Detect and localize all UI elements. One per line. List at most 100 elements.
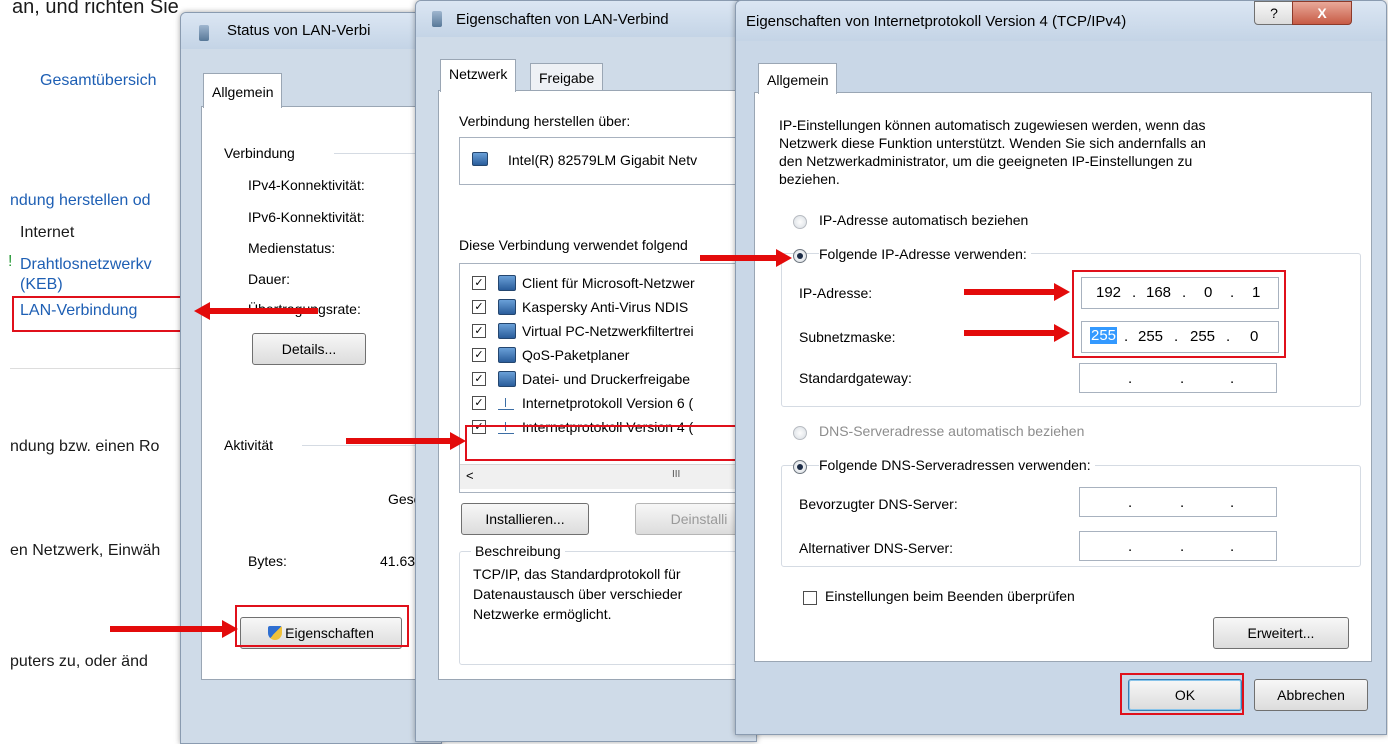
radio-manual-dns[interactable] bbox=[793, 460, 807, 474]
component-checkbox[interactable]: ✓ bbox=[472, 396, 486, 410]
component-checkbox[interactable]: ✓ bbox=[472, 348, 486, 362]
network-adapter-icon bbox=[432, 11, 442, 27]
component-list-item[interactable]: ✓ Kaspersky Anti-Virus NDIS bbox=[460, 296, 756, 318]
dns2-dot-1: . bbox=[1128, 538, 1133, 555]
ipv4-window-title: Eigenschaften von Internetprotokoll Vers… bbox=[746, 13, 1127, 30]
component-list-item[interactable]: ✓ Virtual PC-Netzwerkfiltertrei bbox=[460, 320, 756, 342]
beschreibung-heading: Beschreibung bbox=[471, 543, 565, 559]
network-service-icon bbox=[498, 299, 516, 315]
dns2-dot-3: . bbox=[1230, 538, 1235, 555]
eigenschaften-highlight bbox=[235, 605, 409, 647]
component-label: QoS-Paketplaner bbox=[522, 347, 630, 363]
ipv4-label: IPv4-Konnektivität: bbox=[248, 177, 365, 193]
beschreibung-line-3: Netzwerke ermöglicht. bbox=[473, 606, 612, 622]
component-checkbox[interactable]: ✓ bbox=[472, 276, 486, 290]
radio-auto-dns-label[interactable]: DNS-Serveradresse automatisch beziehen bbox=[819, 423, 1084, 439]
component-label: Virtual PC-Netzwerkfiltertrei bbox=[522, 323, 694, 339]
bg-drahtlos-link[interactable]: Drahtlosnetzwerkv bbox=[20, 256, 152, 274]
ipv4-properties-window: Eigenschaften von Internetprotokoll Vers… bbox=[735, 0, 1387, 735]
radio-auto-ip[interactable] bbox=[793, 215, 807, 229]
component-label: Client für Microsoft-Netzwer bbox=[522, 275, 695, 291]
component-list-item[interactable]: ✓ Internetprotokoll Version 6 ( bbox=[460, 392, 756, 414]
erweitert-button[interactable]: Erweitert... bbox=[1213, 617, 1349, 649]
gateway-dot-1: . bbox=[1128, 370, 1133, 387]
installieren-button[interactable]: Installieren... bbox=[461, 503, 589, 535]
dauer-label: Dauer: bbox=[248, 271, 291, 287]
aktivitaet-heading: Aktivität bbox=[224, 437, 274, 453]
bg-heading-text: an, und richten Sie bbox=[12, 0, 179, 18]
beschreibung-line-1: TCP/IP, das Standardprotokoll für bbox=[473, 566, 681, 582]
intro-line-2: Netzwerk diese Funktion unterstützt. Wen… bbox=[779, 135, 1206, 151]
arrow-to-ipv4-item bbox=[346, 432, 466, 450]
component-list-item[interactable]: ✓ Client für Microsoft-Netzwer bbox=[460, 272, 756, 294]
status-panel: Verbindung IPv4-Konnektivität: IPv6-Konn… bbox=[201, 106, 441, 680]
tab-allgemein-status[interactable]: Allgemein bbox=[203, 73, 283, 108]
dns1-dot-1: . bbox=[1128, 494, 1133, 511]
horizontal-scrollbar[interactable]: < III bbox=[460, 464, 756, 489]
dns2-label: Alternativer DNS-Server: bbox=[799, 540, 954, 556]
component-label: Kaspersky Anti-Virus NDIS bbox=[522, 299, 689, 315]
details-button[interactable]: Details... bbox=[252, 333, 366, 365]
bg-verbindung-herstellen-link[interactable]: ndung herstellen od bbox=[10, 192, 151, 210]
gateway-field[interactable]: . . . bbox=[1079, 363, 1277, 393]
lan-properties-window: Eigenschaften von LAN-Verbind Netzwerk F… bbox=[415, 0, 757, 742]
lan-properties-titlebar: Eigenschaften von LAN-Verbind bbox=[416, 1, 756, 37]
component-label: Datei- und Druckerfreigabe bbox=[522, 371, 691, 387]
arrow-to-subnet bbox=[964, 324, 1070, 342]
bg-wireless-signal-icon: ! bbox=[8, 253, 13, 270]
component-checkbox[interactable]: ✓ bbox=[472, 372, 486, 386]
adapter-box: Intel(R) 82579LM Gigabit Netv bbox=[459, 137, 756, 185]
scroll-thumb[interactable]: III bbox=[672, 469, 680, 480]
ip-fields-highlight bbox=[1072, 270, 1286, 358]
arrow-to-manual-ip bbox=[700, 249, 792, 267]
radio-manual-dns-label[interactable]: Folgende DNS-Serveradressen verwenden: bbox=[819, 457, 1095, 473]
ipv4-titlebar: Eigenschaften von Internetprotokoll Vers… bbox=[736, 1, 1386, 41]
adapter-name: Intel(R) 82579LM Gigabit Netv bbox=[508, 152, 698, 168]
dns2-field[interactable]: . . . bbox=[1079, 531, 1277, 561]
validate-label[interactable]: Einstellungen beim Beenden überprüfen bbox=[825, 588, 1075, 604]
radio-auto-dns[interactable] bbox=[793, 426, 807, 440]
gateway-dot-3: . bbox=[1230, 370, 1235, 387]
component-checkbox[interactable]: ✓ bbox=[472, 324, 486, 338]
dns1-field[interactable]: . . . bbox=[1079, 487, 1277, 517]
component-label: Internetprotokoll Version 6 ( bbox=[522, 395, 694, 411]
tab-freigabe[interactable]: Freigabe bbox=[530, 63, 604, 92]
gateway-label: Standardgateway: bbox=[799, 370, 912, 386]
component-list-item[interactable]: ✓ QoS-Paketplaner bbox=[460, 344, 756, 366]
ipv4-panel: IP-Einstellungen können automatisch zuge… bbox=[754, 92, 1372, 662]
dns1-label: Bevorzugter DNS-Server: bbox=[799, 496, 958, 512]
medienstatus-label: Medienstatus: bbox=[248, 240, 336, 256]
close-button[interactable]: X bbox=[1292, 1, 1352, 25]
dns2-dot-2: . bbox=[1180, 538, 1185, 555]
lan-properties-panel: Verbindung herstellen über: Intel(R) 825… bbox=[438, 90, 756, 680]
tab-allgemein-ipv4[interactable]: Allgemein bbox=[758, 63, 838, 94]
help-button[interactable]: ? bbox=[1254, 1, 1294, 25]
component-checkbox[interactable]: ✓ bbox=[472, 300, 486, 314]
tab-netzwerk[interactable]: Netzwerk bbox=[440, 59, 517, 92]
ok-highlight bbox=[1120, 673, 1244, 715]
ipv6-label: IPv6-Konnektivität: bbox=[248, 209, 365, 225]
ipv4-item-highlight bbox=[465, 425, 741, 461]
status-titlebar: Status von LAN-Verbi bbox=[181, 13, 441, 49]
bg-internet-label: Internet bbox=[20, 224, 75, 241]
scroll-left-arrow[interactable]: < bbox=[466, 468, 474, 483]
bg-computern-text: puters zu, oder änd bbox=[10, 653, 148, 670]
bg-gesamtuebersicht-link[interactable]: Gesamtübersich bbox=[40, 72, 157, 90]
radio-manual-ip[interactable] bbox=[793, 249, 807, 263]
bg-verbindung-router-text: ndung bzw. einen Ro bbox=[10, 438, 160, 455]
network-service-icon bbox=[498, 347, 516, 363]
lan-properties-title: Eigenschaften von LAN-Verbind bbox=[456, 11, 669, 28]
network-adapter-icon bbox=[199, 25, 209, 41]
validate-checkbox[interactable] bbox=[803, 591, 817, 605]
radio-auto-ip-label[interactable]: IP-Adresse automatisch beziehen bbox=[819, 212, 1028, 228]
dns1-dot-3: . bbox=[1230, 494, 1235, 511]
protocol-icon bbox=[498, 395, 514, 410]
abbrechen-button[interactable]: Abbrechen bbox=[1254, 679, 1368, 711]
network-adapter-icon bbox=[472, 152, 488, 166]
radio-manual-ip-label[interactable]: Folgende IP-Adresse verwenden: bbox=[819, 246, 1031, 262]
dns1-dot-2: . bbox=[1180, 494, 1185, 511]
intro-line-1: IP-Einstellungen können automatisch zuge… bbox=[779, 117, 1206, 133]
ip-address-label: IP-Adresse: bbox=[799, 285, 873, 301]
component-list-item[interactable]: ✓ Datei- und Druckerfreigabe bbox=[460, 368, 756, 390]
subnet-mask-label: Subnetzmaske: bbox=[799, 329, 896, 345]
